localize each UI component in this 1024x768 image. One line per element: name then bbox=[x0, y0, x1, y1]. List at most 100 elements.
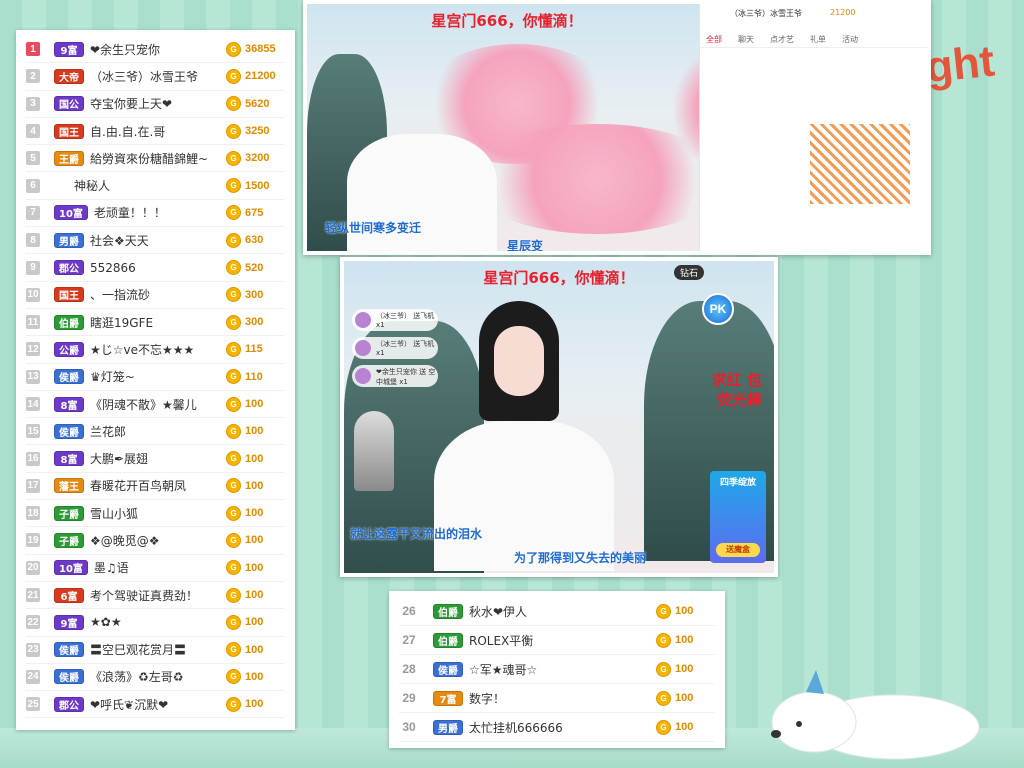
coin-icon: G bbox=[656, 690, 671, 706]
rank-badge: 8富 bbox=[54, 451, 84, 467]
rank-badge: 侯爵 bbox=[54, 369, 84, 385]
coin-icon: G bbox=[656, 632, 671, 648]
ranking-row[interactable]: 30 男爵 太忙挂机666666 G 100 bbox=[399, 713, 715, 742]
ranking-row[interactable]: 9 郡公 552866 G 520 bbox=[26, 254, 285, 282]
diamond-badge[interactable]: 钻石 bbox=[673, 265, 704, 280]
ranking-row[interactable]: 8 男爵 社会❖天天 G 630 bbox=[26, 227, 285, 255]
tab-all[interactable]: 全部 bbox=[706, 34, 722, 45]
rank-number: 12 bbox=[26, 342, 40, 357]
user-name: ❤呼氏❦沉默❤ bbox=[90, 697, 169, 712]
ranking-list-left: 1 9富 ❤余生只宠你 G 36855 2 大帝 （冰三爷）冰雪王爷 G 21200 3 国公 夺宝你要… bbox=[16, 30, 295, 730]
stream-title: 星宫门666，你懂滴！ bbox=[431, 12, 583, 30]
ranking-row[interactable]: 6 神秘人 G 1500 bbox=[26, 172, 285, 200]
contribution-score: 5620 bbox=[245, 97, 270, 110]
user-name: 、一指流砂 bbox=[90, 288, 151, 303]
ranking-row[interactable]: 4 国王 自.由.自.在.哥 G 3250 bbox=[26, 118, 285, 146]
contribution-score: 100 bbox=[245, 698, 264, 711]
ranking-row[interactable]: 26 伯爵 秋水❤伊人 G 100 bbox=[399, 597, 715, 626]
ranking-row[interactable]: 13 侯爵 ♛灯笼~ G 110 bbox=[26, 364, 285, 391]
rank-badge: 侯爵 bbox=[433, 661, 463, 677]
tab-gifts[interactable]: 礼单 bbox=[810, 34, 826, 45]
promo-button[interactable]: 送魔盒 bbox=[716, 543, 760, 557]
ranking-row[interactable]: 7 10富 老顽童！！！ G 675 bbox=[26, 200, 285, 228]
rank-badge: 男爵 bbox=[54, 232, 84, 248]
ranking-row[interactable]: 12 公爵 ★じ☆ve不忘★★★ G 115 bbox=[26, 336, 285, 364]
rank-number: 8 bbox=[26, 233, 40, 248]
coin-icon: G bbox=[226, 232, 241, 248]
rank-number: 6 bbox=[26, 178, 40, 193]
ranking-row[interactable]: 16 8富 大鹏✒展翅 G 100 bbox=[26, 445, 285, 473]
user-name: ♛灯笼~ bbox=[90, 370, 135, 385]
coin-icon: G bbox=[226, 287, 241, 303]
rank-badge: 大帝 bbox=[54, 68, 84, 84]
user-name: ❤余生只宠你 bbox=[90, 42, 161, 57]
ranking-row[interactable]: 17 藩王 春暖花开百鸟朝凤 G 100 bbox=[26, 473, 285, 501]
ranking-row[interactable]: 22 9富 ★✿★ G 100 bbox=[26, 609, 285, 637]
chat-panel: （冰三爷）冰雪王爷 21200 全部 聊天 点才艺 礼单 活动 bbox=[699, 4, 927, 251]
user-name: 大鹏✒展翅 bbox=[90, 452, 149, 467]
ranking-row[interactable]: 15 侯爵 兰花郎 G 100 bbox=[26, 418, 285, 446]
rank-badge: 子爵 bbox=[54, 532, 84, 548]
tab-talent[interactable]: 点才艺 bbox=[770, 34, 794, 45]
user-name: 雪山小狐 bbox=[90, 506, 139, 521]
ranking-row[interactable]: 23 侯爵 〓空巳观花赏月〓 G 100 bbox=[26, 637, 285, 664]
rank-badge: 9富 bbox=[54, 41, 84, 57]
rank-badge: 7富 bbox=[433, 690, 463, 706]
coin-icon: G bbox=[226, 587, 241, 603]
stream-title: 星宫门666，你懂滴！ bbox=[483, 269, 635, 287]
ranking-row[interactable]: 14 8富 《阴魂不散》★馨儿 G 100 bbox=[26, 391, 285, 419]
contribution-score: 675 bbox=[245, 206, 264, 219]
ranking-row[interactable]: 24 侯爵 《浪荡》♻左哥♻ G 100 bbox=[26, 664, 285, 692]
ranking-row[interactable]: 28 侯爵 ☆军★魂哥☆ G 100 bbox=[399, 655, 715, 684]
coin-icon: G bbox=[226, 505, 241, 521]
user-avatar bbox=[355, 340, 371, 356]
promo-banner[interactable]: 四季绽放 送魔盒 bbox=[710, 471, 766, 563]
microphone bbox=[354, 411, 394, 491]
rank-badge: 国公 bbox=[54, 96, 84, 112]
ranking-row[interactable]: 10 国王 、一指流砂 G 300 bbox=[26, 282, 285, 309]
rank-badge: 10富 bbox=[54, 205, 88, 221]
coin-icon: G bbox=[226, 314, 241, 330]
ranking-row[interactable]: 18 子爵 雪山小狐 G 100 bbox=[26, 500, 285, 528]
coin-icon: G bbox=[656, 719, 671, 735]
rank-badge: 6富 bbox=[54, 587, 84, 603]
polar-bear-illustration bbox=[771, 670, 980, 760]
rank-badge: 10富 bbox=[54, 560, 88, 576]
rank-badge bbox=[54, 178, 68, 193]
tab-events[interactable]: 活动 bbox=[842, 34, 858, 45]
user-name: 春暖花开百鸟朝凤 bbox=[90, 479, 187, 494]
rank-badge: 郡公 bbox=[54, 260, 84, 276]
contribution-score: 100 bbox=[675, 634, 694, 646]
pk-button[interactable]: PK bbox=[702, 293, 734, 325]
ranking-row[interactable]: 19 子爵 ❖@晚觅@❖ G 100 bbox=[26, 527, 285, 555]
coin-icon: G bbox=[656, 661, 671, 677]
contribution-score: 3200 bbox=[245, 152, 270, 165]
contribution-score: 36855 bbox=[245, 43, 276, 56]
contribution-score: 100 bbox=[245, 534, 264, 547]
ranking-row[interactable]: 21 6富 考个驾驶证真费劲！ G 100 bbox=[26, 582, 285, 610]
contribution-score: 115 bbox=[245, 343, 263, 356]
user-name: 552866 bbox=[90, 260, 136, 275]
user-name: ❖@晚觅@❖ bbox=[90, 533, 160, 548]
ranking-row[interactable]: 29 7富 数字！ G 100 bbox=[399, 684, 715, 713]
ranking-row[interactable]: 5 王爵 給勞資來份糖醋錦鯉~ G 3200 bbox=[26, 145, 285, 173]
coin-icon: G bbox=[226, 205, 241, 221]
rank-badge: 伯爵 bbox=[433, 603, 463, 619]
contribution-score: 3250 bbox=[245, 125, 270, 138]
ranking-row[interactable]: 20 10富 墨♫语 G 100 bbox=[26, 555, 285, 582]
tab-chat[interactable]: 聊天 bbox=[738, 34, 754, 45]
ranking-row[interactable]: 1 9富 ❤余生只宠你 G 36855 bbox=[26, 36, 285, 64]
lyric-caption-2: 星辰变 bbox=[507, 239, 544, 251]
rank-number: 26 bbox=[402, 604, 416, 618]
ranking-row[interactable]: 2 大帝 （冰三爷）冰雪王爷 G 21200 bbox=[26, 63, 285, 91]
rank-number: 13 bbox=[26, 369, 40, 384]
ranking-row[interactable]: 25 郡公 ❤呼氏❦沉默❤ G 100 bbox=[26, 691, 285, 719]
user-name: 考个驾驶证真费劲！ bbox=[90, 588, 199, 603]
contribution-score: 100 bbox=[675, 721, 694, 733]
ranking-row[interactable]: 11 伯爵 瞎逛19GFE G 300 bbox=[26, 309, 285, 337]
ranking-row[interactable]: 27 伯爵 ROLEX平衡 G 100 bbox=[399, 626, 715, 655]
coin-icon: G bbox=[226, 341, 241, 357]
ranking-row[interactable]: 3 国公 夺宝你要上天❤ G 5620 bbox=[26, 91, 285, 118]
rank-badge: 藩王 bbox=[54, 478, 84, 494]
coin-icon: G bbox=[226, 68, 241, 84]
